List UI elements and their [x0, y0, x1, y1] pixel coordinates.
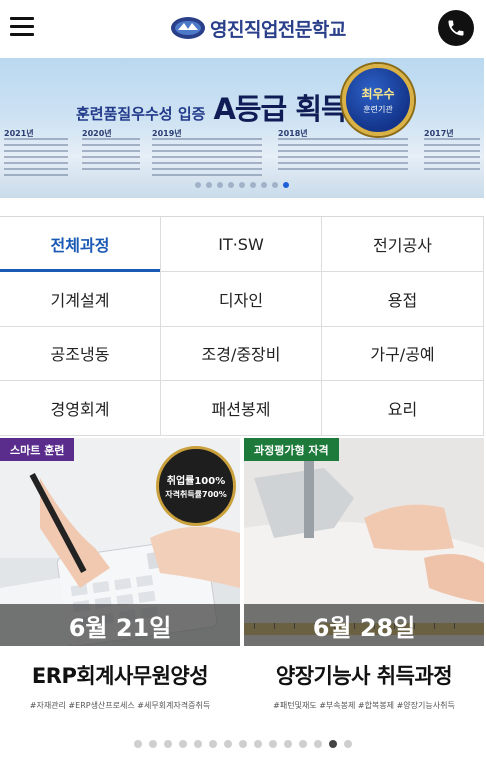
- course-tag: 과정평가형 자격: [244, 438, 339, 461]
- carousel-page-dot[interactable]: [329, 740, 337, 748]
- year-history: 2021년 2020년 2019년 2018년 2017년: [0, 128, 484, 188]
- logo-text: 영진직업전문학교: [210, 18, 346, 41]
- course-title[interactable]: ERP회계사무원양성: [0, 660, 240, 690]
- category-tab[interactable]: 전기공사: [322, 217, 484, 272]
- course-title[interactable]: 양장기능사 취득과정: [244, 660, 484, 690]
- employment-seal: 취업률100% 자격취득률700%: [156, 446, 236, 526]
- course-photo-erp: 스마트 훈련 취업률100% 자격취득률700% 6월 21일: [0, 438, 240, 646]
- carousel-page-dot[interactable]: [194, 740, 202, 748]
- logo[interactable]: 영진직업전문학교: [170, 12, 346, 44]
- carousel-page-dot[interactable]: [344, 740, 352, 748]
- course-start-date: 6월 21일: [0, 604, 240, 646]
- category-tab[interactable]: 조경/중장비: [161, 326, 322, 381]
- category-tab[interactable]: 요리: [322, 381, 484, 436]
- seal-line2: 자격취득률700%: [165, 490, 227, 499]
- phone-icon[interactable]: [438, 10, 474, 46]
- banner-slide-dot[interactable]: [217, 182, 223, 188]
- carousel-page-dot[interactable]: [149, 740, 157, 748]
- banner-slide-dot[interactable]: [239, 182, 245, 188]
- course-start-date: 6월 28일: [244, 604, 484, 646]
- banner-headline-small: 훈련품질우수성 입증: [76, 105, 206, 123]
- banner-slide-dot[interactable]: [272, 182, 278, 188]
- carousel-page-dot[interactable]: [284, 740, 292, 748]
- banner-slide-dot[interactable]: [228, 182, 234, 188]
- carousel-page-dot[interactable]: [209, 740, 217, 748]
- carousel-page-dot[interactable]: [299, 740, 307, 748]
- course-card[interactable]: 스마트 훈련 취업률100% 자격취득률700% 6월 21일 ERP회계사무원…: [0, 438, 240, 730]
- course-carousel-dots: [0, 740, 486, 748]
- course-hashtags: #자재관리 #ERP생산프로세스 #세무회계자격증취득: [29, 701, 211, 710]
- history-text-block: [152, 138, 262, 180]
- category-tab[interactable]: 기계설계: [0, 272, 161, 327]
- carousel-page-dot[interactable]: [224, 740, 232, 748]
- category-tab[interactable]: 용접: [322, 272, 484, 327]
- carousel-page-dot[interactable]: [254, 740, 262, 748]
- banner-slide-dot[interactable]: [261, 182, 267, 188]
- seal-line1: 취업률100%: [166, 476, 226, 487]
- carousel-page-dot[interactable]: [239, 740, 247, 748]
- category-grid: 전체과정 IT·SW 전기공사기계설계 디자인 용접공조냉동 조경/중장비 가구/공예경영회…: [0, 216, 484, 436]
- course-card[interactable]: 과정평가형 자격 6월 28일 양장기능사 취득과정 #패턴및재도 #부속봉제 …: [244, 438, 484, 730]
- hamburger-menu-icon[interactable]: [10, 14, 36, 38]
- carousel-page-dot[interactable]: [134, 740, 142, 748]
- history-text-block: [4, 138, 68, 180]
- top-header: 영진직업전문학교: [0, 0, 486, 56]
- logo-emblem-icon: [171, 17, 205, 39]
- badge-line1: 최우수: [361, 87, 395, 101]
- banner-slide-dot[interactable]: [195, 182, 201, 188]
- banner-slide-dot[interactable]: [283, 182, 289, 188]
- category-tab[interactable]: 가구/공예: [322, 326, 484, 381]
- carousel-page-dot[interactable]: [269, 740, 277, 748]
- history-text-block: [278, 138, 408, 174]
- excellence-badge: 최우수 훈련기관: [342, 64, 414, 136]
- category-tab[interactable]: 패션봉제: [161, 381, 322, 436]
- category-tab[interactable]: 경영회계: [0, 381, 161, 436]
- carousel-page-dot[interactable]: [314, 740, 322, 748]
- carousel-page-dot[interactable]: [164, 740, 172, 748]
- banner-headline: 훈련품질우수성 입증 A등급 획득: [76, 86, 348, 128]
- carousel-page-dot[interactable]: [179, 740, 187, 748]
- phone-glyph: [448, 20, 464, 36]
- banner-slide-dot[interactable]: [206, 182, 212, 188]
- hero-banner[interactable]: 훈련품질우수성 입증 A등급 획득 최우수 훈련기관 2021년 2020년 2…: [0, 58, 484, 198]
- category-tab[interactable]: 디자인: [161, 272, 322, 327]
- badge-line2: 훈련기관: [363, 105, 393, 114]
- banner-headline-big: A등급 획득: [213, 92, 347, 126]
- banner-slide-dot[interactable]: [250, 182, 256, 188]
- history-text-block: [82, 138, 140, 174]
- course-tag: 스마트 훈련: [0, 438, 75, 461]
- carousel-footer: [0, 730, 486, 776]
- category-tab[interactable]: 공조냉동: [0, 326, 161, 381]
- course-photo-sewing: 과정평가형 자격 6월 28일: [244, 438, 484, 646]
- banner-slide-dots: [0, 182, 484, 188]
- history-text-block: [424, 138, 480, 174]
- category-tab[interactable]: IT·SW: [161, 217, 322, 272]
- course-hashtags: #패턴및재도 #부속봉제 #합복봉제 #양장기능사취득: [273, 701, 455, 710]
- category-tab[interactable]: 전체과정: [0, 217, 161, 272]
